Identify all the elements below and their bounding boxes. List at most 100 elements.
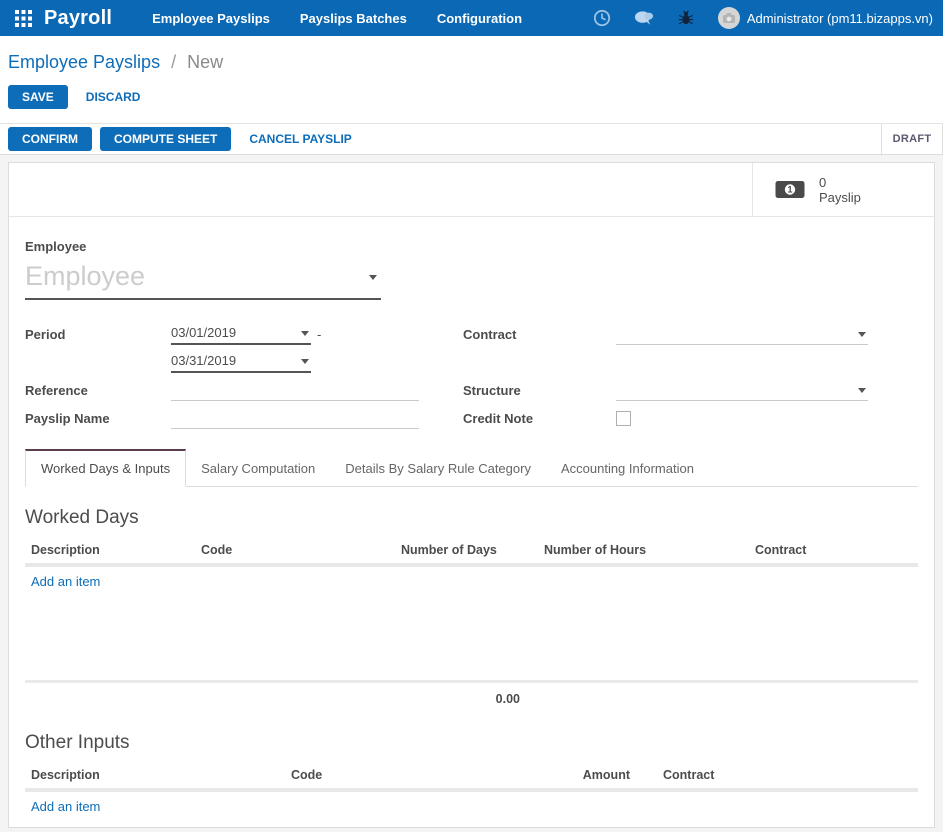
- compute-sheet-button[interactable]: COMPUTE SHEET: [100, 127, 231, 151]
- debug-bug-icon[interactable]: [676, 8, 696, 28]
- col-contract: Contract: [710, 543, 918, 557]
- navbar-right: Administrator (pm11.bizapps.vn): [592, 7, 933, 29]
- other-inputs-title: Other Inputs: [25, 732, 918, 754]
- payslip-name-field: [171, 408, 419, 429]
- tab-accounting-information[interactable]: Accounting Information: [546, 451, 709, 486]
- employee-field: [25, 259, 381, 300]
- date-to-field: [171, 351, 311, 373]
- apps-grid-glyph: [15, 10, 32, 27]
- contract-label: Contract: [463, 327, 616, 342]
- tab-salary-computation[interactable]: Salary Computation: [186, 451, 330, 486]
- other-inputs-header: Description Code Amount Contract: [25, 768, 918, 782]
- date-from-caret[interactable]: [301, 331, 309, 336]
- date-from-input[interactable]: [171, 323, 311, 343]
- col-description: Description: [25, 768, 285, 782]
- top-navbar: Payroll Employee Payslips Payslips Batch…: [0, 0, 943, 36]
- menu-employee-payslips[interactable]: Employee Payslips: [152, 11, 270, 26]
- worked-days-empty-area: [25, 596, 918, 680]
- payslip-name-row: Payslip Name: [25, 404, 441, 432]
- employee-label: Employee: [25, 239, 918, 254]
- contract-dropdown-caret[interactable]: [858, 332, 866, 337]
- worked-days-header-band: [25, 563, 918, 567]
- sheet-background: 1 0 Payslip Employee: [0, 155, 943, 828]
- period-dash: -: [317, 327, 321, 342]
- structure-field: [616, 380, 868, 401]
- cancel-payslip-button[interactable]: CANCEL PAYSLIP: [239, 127, 361, 151]
- contract-field: [616, 324, 868, 345]
- grid-right-column: Contract Structure: [463, 320, 883, 432]
- apps-grid-icon[interactable]: [10, 5, 36, 31]
- credit-note-checkbox[interactable]: [616, 411, 631, 426]
- period-label: Period: [25, 327, 171, 342]
- tab-details-by-salary-rule-category[interactable]: Details By Salary Rule Category: [330, 451, 546, 486]
- tab-worked-days-inputs[interactable]: Worked Days & Inputs: [25, 449, 186, 487]
- form-sheet: 1 0 Payslip Employee: [8, 162, 935, 828]
- structure-dropdown-caret[interactable]: [858, 388, 866, 393]
- contract-row: Contract: [463, 320, 883, 348]
- payslip-name-label: Payslip Name: [25, 411, 171, 426]
- user-avatar: [718, 7, 740, 29]
- main-menu: Employee Payslips Payslips Batches Confi…: [152, 11, 522, 26]
- structure-label: Structure: [463, 383, 616, 398]
- employee-field-group: Employee: [25, 239, 918, 300]
- notebook-tabs: Worked Days & Inputs Salary Computation …: [25, 450, 918, 487]
- worked-days-add-item[interactable]: Add an item: [25, 567, 106, 596]
- reference-row: Reference: [25, 376, 441, 404]
- other-inputs-header-band: [25, 788, 918, 792]
- other-inputs-add-item[interactable]: Add an item: [25, 792, 106, 821]
- worked-days-header: Description Code Number of Days Number o…: [25, 543, 918, 557]
- col-contract: Contract: [630, 768, 918, 782]
- discard-button[interactable]: DISCARD: [76, 85, 151, 109]
- reference-label: Reference: [25, 383, 171, 398]
- stat-value: 0: [819, 175, 861, 190]
- activities-clock-icon[interactable]: [592, 8, 612, 28]
- button-box: 1 0 Payslip: [9, 163, 934, 217]
- worked-days-footer: 0.00: [25, 680, 918, 706]
- structure-input[interactable]: [616, 380, 868, 400]
- menu-configuration[interactable]: Configuration: [437, 11, 522, 26]
- reference-input[interactable]: [171, 380, 419, 400]
- structure-row: Structure: [463, 376, 883, 404]
- col-description: Description: [25, 543, 195, 557]
- worked-days-title: Worked Days: [25, 507, 918, 529]
- credit-note-label: Credit Note: [463, 411, 616, 426]
- grid-left-column: Period -: [25, 320, 441, 432]
- status-draft[interactable]: DRAFT: [881, 124, 943, 154]
- messages-chat-icon[interactable]: [634, 8, 654, 28]
- user-menu[interactable]: Administrator (pm11.bizapps.vn): [718, 7, 933, 29]
- statusbar: CONFIRM COMPUTE SHEET CANCEL PAYSLIP DRA…: [0, 123, 943, 155]
- period-row: Period -: [25, 320, 441, 348]
- date-to-caret[interactable]: [301, 359, 309, 364]
- save-button[interactable]: SAVE: [8, 85, 68, 109]
- form-body: Employee Period -: [9, 217, 934, 821]
- col-number-of-hours: Number of Hours: [520, 543, 710, 557]
- date-to-input[interactable]: [171, 351, 311, 371]
- form-action-buttons: SAVE DISCARD: [8, 85, 935, 109]
- user-name: Administrator (pm11.bizapps.vn): [747, 11, 933, 26]
- col-number-of-days: Number of Days: [395, 543, 520, 557]
- breadcrumb-parent-link[interactable]: Employee Payslips: [8, 52, 160, 72]
- breadcrumb-separator: /: [171, 52, 176, 72]
- period-to-row: [25, 348, 441, 376]
- employee-dropdown-caret[interactable]: [369, 275, 377, 280]
- stat-text: 0 Payslip: [819, 175, 861, 205]
- payslip-name-input[interactable]: [171, 408, 419, 428]
- credit-note-row: Credit Note: [463, 404, 883, 432]
- contract-input[interactable]: [616, 324, 868, 344]
- payslip-stat-button[interactable]: 1 0 Payslip: [752, 163, 934, 216]
- menu-payslips-batches[interactable]: Payslips Batches: [300, 11, 407, 26]
- app-brand[interactable]: Payroll: [44, 7, 112, 30]
- col-code: Code: [195, 543, 395, 557]
- breadcrumb-current: New: [187, 52, 223, 72]
- date-from-field: [171, 323, 311, 345]
- worked-days-total: 0.00: [25, 692, 520, 706]
- col-code: Code: [285, 768, 465, 782]
- col-amount: Amount: [465, 768, 630, 782]
- breadcrumb: Employee Payslips / New: [8, 52, 935, 73]
- field-grid: Period -: [25, 320, 918, 432]
- statusbar-actions: CONFIRM COMPUTE SHEET CANCEL PAYSLIP: [8, 127, 362, 151]
- confirm-button[interactable]: CONFIRM: [8, 127, 92, 151]
- control-panel: Employee Payslips / New SAVE DISCARD: [0, 36, 943, 123]
- money-icon: 1: [775, 180, 805, 199]
- employee-input[interactable]: [25, 259, 355, 298]
